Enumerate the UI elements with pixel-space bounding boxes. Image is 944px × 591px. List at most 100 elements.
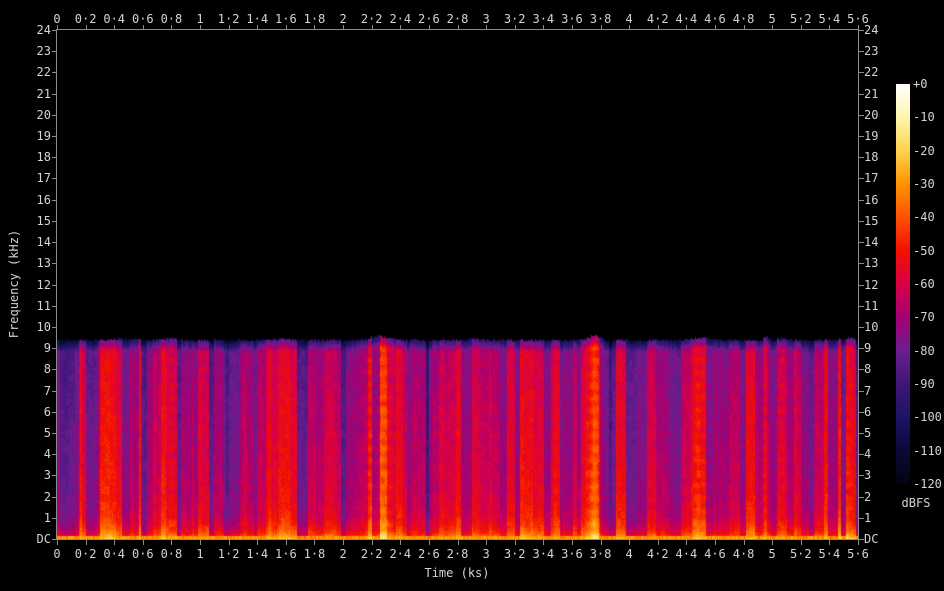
colorbar-tick-label: -90: [913, 377, 935, 391]
y-tick-mark-left: [52, 517, 57, 519]
colorbar-tick-label: +0: [913, 77, 928, 91]
y-tick-label-left: 6: [43, 404, 51, 419]
y-tick-mark-left: [52, 454, 57, 456]
x-tick-mark-bottom: [800, 540, 802, 545]
y-tick-mark-left: [52, 157, 57, 159]
y-tick-label-right: DC: [864, 532, 879, 546]
y-tick-label-left: 12: [36, 277, 51, 292]
y-tick-label-left: 4: [43, 447, 51, 462]
y-tick-label-left: 20: [36, 107, 51, 122]
x-tick-mark-bottom: [428, 540, 430, 545]
y-tick-mark-left: [52, 199, 57, 201]
x-tick-mark-bottom: [543, 540, 545, 545]
y-tick-label-left: 8: [43, 362, 51, 377]
y-tick-mark-left: [52, 475, 57, 477]
x-tick-mark-bottom: [142, 540, 144, 545]
y-tick-label-left: 22: [36, 65, 51, 80]
x-tick-mark-bottom: [57, 540, 58, 545]
y-tick-mark-left: [52, 305, 57, 307]
spectrogram-canvas: [57, 30, 858, 539]
colorbar-unit-label: dBFS: [901, 496, 931, 510]
x-tick-mark-bottom: [371, 540, 373, 545]
x-tick-mark-bottom: [314, 540, 316, 545]
y-tick-label-left: 9: [43, 341, 51, 356]
x-tick-mark-bottom: [743, 540, 745, 545]
colorbar-tick-label: -40: [913, 210, 935, 225]
x-tick-mark-bottom: [858, 540, 859, 545]
y-tick-label-left: 2: [43, 489, 51, 504]
x-tick-mark-bottom: [514, 540, 516, 545]
colorbar-tick-label: -120: [913, 477, 942, 491]
y-tick-mark-left: [52, 326, 57, 328]
y-tick-label-right: 24: [864, 23, 879, 37]
y-tick-mark-left: [52, 348, 57, 350]
y-tick-label-right: 23: [864, 44, 879, 59]
x-tick-mark-bottom: [486, 540, 488, 545]
y-tick-label-left: DC: [36, 532, 51, 546]
x-tick-mark-bottom: [400, 540, 402, 545]
y-axis-title: Frequency (kHz): [7, 229, 21, 339]
y-tick-mark-left: [52, 432, 57, 434]
x-tick-mark-bottom: [772, 540, 774, 545]
y-tick-mark-left: [52, 242, 57, 244]
x-tick-mark-bottom: [257, 540, 259, 545]
y-tick-label-right: 22: [864, 65, 879, 80]
x-tick-mark-bottom: [571, 540, 573, 545]
y-tick-label-left: 21: [36, 86, 51, 101]
x-tick-mark-bottom: [829, 540, 831, 545]
colorbar-tick-label: -70: [913, 310, 935, 325]
x-tick-mark-bottom: [285, 540, 287, 545]
colorbar-gradient: [896, 84, 910, 484]
y-tick-mark-left: [52, 411, 57, 413]
y-tick-mark-left: [52, 30, 57, 31]
x-tick-mark-bottom: [85, 540, 87, 545]
y-tick-mark-left: [52, 51, 57, 53]
y-tick-label-left: 10: [36, 319, 51, 334]
colorbar-tick-label: -60: [913, 277, 935, 291]
y-tick-mark-left: [52, 93, 57, 95]
x-tick-mark-bottom: [629, 540, 631, 545]
x-tick-mark-bottom: [114, 540, 116, 545]
x-tick-mark-bottom: [457, 540, 459, 545]
colorbar-tick-label: -100: [913, 410, 942, 425]
y-tick-mark-left: [52, 390, 57, 392]
colorbar-tick-label: -80: [913, 343, 935, 358]
y-tick-label-left: 16: [36, 192, 51, 207]
y-tick-mark-left: [52, 178, 57, 180]
x-tick-mark-bottom: [343, 540, 345, 545]
colorbar-tick-label: -10: [913, 110, 935, 125]
y-tick-label-left: 3: [43, 468, 51, 483]
x-tick-mark-bottom: [200, 540, 202, 545]
y-tick-label-left: 7: [43, 383, 51, 398]
x-tick-mark-bottom: [657, 540, 659, 545]
colorbar-tick-label: -110: [913, 443, 942, 458]
x-tick-label-bottom: 5·6: [847, 547, 869, 561]
y-tick-label-left: 13: [36, 256, 51, 271]
y-tick-mark-left: [52, 539, 57, 540]
x-tick-mark-bottom: [228, 540, 230, 545]
x-axis-title: Time (ks): [424, 566, 490, 580]
y-tick-label-left: 11: [36, 298, 51, 313]
y-tick-label-left: 1: [43, 510, 51, 525]
y-tick-label-left: 15: [36, 213, 51, 228]
y-tick-mark-left: [52, 263, 57, 265]
y-tick-label-left: 5: [43, 425, 51, 440]
y-tick-mark-left: [52, 284, 57, 286]
colorbar-tick-label: -30: [913, 177, 935, 191]
y-tick-label-left: 18: [36, 150, 51, 165]
colorbar-tick-label: -20: [913, 143, 935, 158]
x-tick-mark-bottom: [686, 540, 688, 545]
x-tick-mark-bottom: [600, 540, 602, 545]
y-tick-label-left: 23: [36, 44, 51, 59]
y-tick-label-left: 19: [36, 129, 51, 144]
y-tick-label-right: 1: [864, 510, 872, 525]
y-tick-mark-left: [52, 114, 57, 116]
y-tick-mark-left: [52, 136, 57, 138]
y-tick-label-left: 14: [36, 235, 51, 250]
y-tick-mark-left: [52, 220, 57, 222]
y-tick-mark-left: [52, 496, 57, 498]
y-tick-mark-left: [52, 369, 57, 371]
x-tick-mark-bottom: [171, 540, 173, 545]
y-tick-mark-left: [52, 72, 57, 74]
x-tick-mark-bottom: [714, 540, 716, 545]
